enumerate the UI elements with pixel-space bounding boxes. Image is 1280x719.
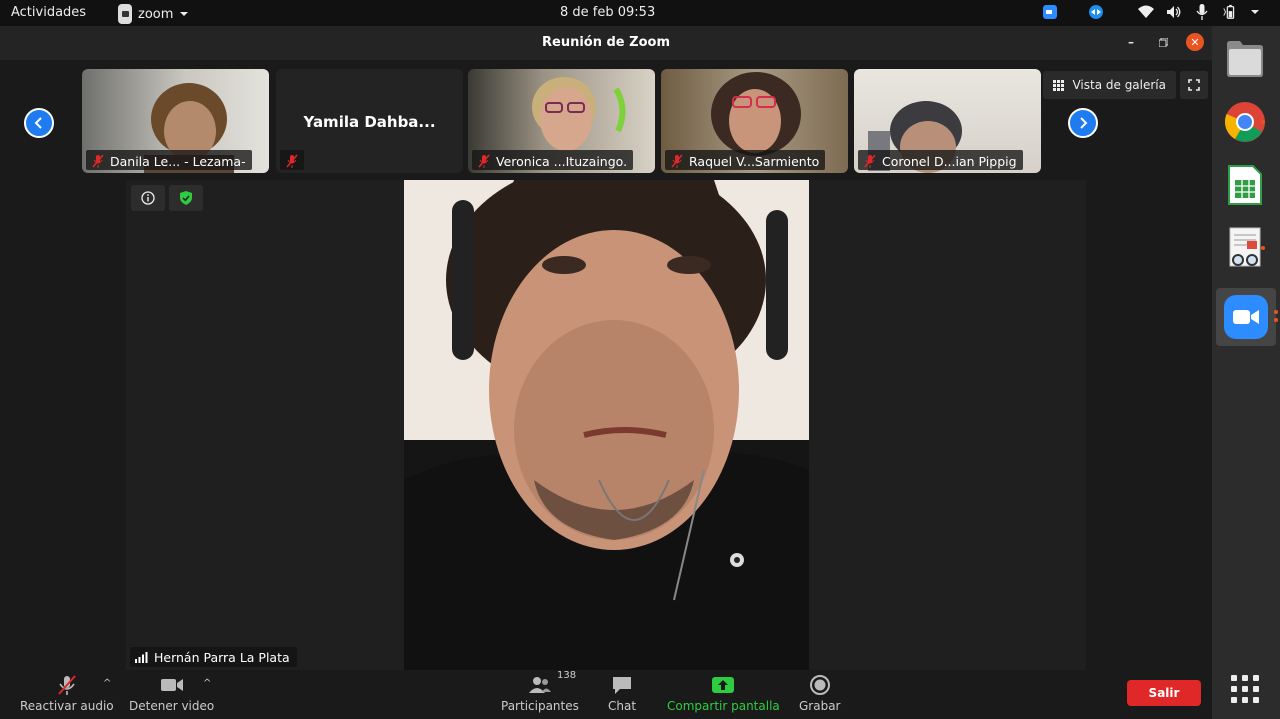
muted-mic-icon — [286, 154, 298, 168]
running-indicator — [1261, 246, 1265, 250]
share-screen-button[interactable]: Compartir pantalla — [667, 674, 780, 713]
ubuntu-dock — [1212, 26, 1280, 719]
running-indicator — [1274, 318, 1278, 322]
teamviewer-tray-icon[interactable] — [1088, 4, 1104, 20]
close-button[interactable]: ✕ — [1186, 33, 1204, 51]
chrome-icon[interactable] — [1222, 99, 1268, 145]
muted-mic-icon — [478, 154, 490, 168]
spreadsheet-icon[interactable] — [1222, 162, 1268, 208]
files-icon[interactable] — [1222, 36, 1268, 82]
app-grid-icon[interactable] — [1222, 666, 1268, 712]
muted-mic-icon — [864, 154, 876, 168]
video-camera-icon — [160, 679, 183, 691]
participant-name-tag: Raquel V...Sarmiento — [665, 150, 826, 170]
wifi-icon[interactable] — [1138, 4, 1154, 20]
participant-name-tag: Danila Le... - Lezama- — [86, 150, 252, 170]
share-screen-label: Compartir pantalla — [667, 699, 780, 713]
system-tray[interactable] — [1042, 4, 1260, 20]
participant-tile-1[interactable]: Danila Le... - Lezama- — [82, 69, 269, 173]
chevron-right-icon — [1080, 117, 1088, 129]
zoom-icon[interactable] — [1216, 288, 1278, 346]
audio-options-caret-icon[interactable]: ^ — [103, 678, 111, 689]
running-indicator — [1274, 310, 1278, 314]
record-button[interactable]: Grabar — [799, 674, 841, 713]
participant-name-tag: Coronel D...ian Pippig — [858, 150, 1023, 170]
participant-tile-5[interactable]: Coronel D...ian Pippig — [854, 69, 1041, 173]
muted-mic-icon — [92, 154, 104, 168]
grid-icon — [1053, 79, 1065, 91]
record-label: Grabar — [799, 699, 841, 713]
speaker-video-frame — [404, 180, 809, 670]
active-speaker-name-tag: Hernán Parra La Plata — [130, 647, 297, 667]
unmute-button[interactable]: Reactivar audio — [20, 674, 114, 713]
chat-button[interactable]: Chat — [608, 674, 636, 713]
fullscreen-button[interactable] — [1180, 71, 1208, 99]
gallery-view-button[interactable]: Vista de galería — [1043, 71, 1176, 99]
zoom-app-icon — [118, 4, 132, 24]
info-icon — [141, 191, 155, 205]
record-icon — [809, 675, 830, 695]
participant-name-tag — [280, 150, 304, 170]
participants-icon — [528, 677, 551, 693]
meeting-info-button[interactable] — [131, 185, 165, 211]
system-menu-chevron-icon[interactable] — [1250, 8, 1260, 16]
video-options-caret-icon[interactable]: ^ — [203, 678, 211, 689]
volume-icon[interactable] — [1166, 4, 1182, 20]
stop-video-label: Detener video — [129, 699, 215, 713]
clock[interactable]: 8 de feb 09:53 — [560, 5, 655, 20]
app-menu[interactable]: zoom — [118, 4, 189, 24]
participant-tile-2[interactable]: Yamila Dahba... — [276, 69, 463, 173]
window-titlebar[interactable]: Reunión de Zoom – ✕ — [0, 26, 1212, 60]
participant-tile-3[interactable]: Veronica ...Ituzaingo. — [468, 69, 655, 173]
minimize-button[interactable]: – — [1122, 33, 1140, 51]
chevron-down-icon — [180, 12, 189, 16]
active-speaker-area: Hernán Parra La Plata — [126, 180, 1086, 670]
zoom-tray-icon[interactable] — [1042, 4, 1058, 20]
muted-mic-icon — [671, 154, 683, 168]
participant-name-tag: Veronica ...Ituzaingo. — [472, 150, 634, 170]
system-top-bar: Actividades zoom 8 de feb 09:53 — [0, 0, 1280, 26]
participant-tile-4[interactable]: Raquel V...Sarmiento — [661, 69, 848, 173]
share-screen-icon — [712, 677, 735, 693]
previous-page-button[interactable] — [24, 108, 54, 138]
active-speaker-video — [404, 180, 809, 670]
window-title: Reunión de Zoom — [542, 35, 670, 50]
participants-count-badge: 138 — [557, 670, 577, 681]
chat-label: Chat — [608, 699, 637, 713]
unmute-label: Reactivar audio — [20, 699, 114, 713]
muted-mic-icon — [58, 675, 76, 695]
participants-label: Participantes — [501, 699, 579, 713]
expand-icon — [1188, 79, 1200, 91]
maximize-button[interactable] — [1154, 33, 1172, 51]
shield-icon — [180, 191, 192, 205]
gallery-view-label: Vista de galería — [1072, 78, 1166, 92]
leave-meeting-button[interactable]: Salir — [1127, 680, 1201, 706]
microphone-icon[interactable] — [1194, 4, 1210, 20]
chevron-left-icon — [34, 117, 42, 129]
participant-display-name: Yamila Dahba... — [303, 113, 436, 131]
running-indicator — [1261, 120, 1265, 124]
meeting-controls-toolbar: Reactivar audio ^ Detener video ^ Partic… — [0, 670, 1212, 719]
app-menu-label: zoom — [138, 6, 174, 22]
zoom-meeting-window: Reunión de Zoom – ✕ Danila Le... - Lezam… — [0, 26, 1212, 719]
document-viewer-icon[interactable] — [1222, 225, 1268, 271]
next-page-button[interactable] — [1068, 108, 1098, 138]
participant-filmstrip: Danila Le... - Lezama- Yamila Dahba... V… — [0, 69, 1212, 173]
signal-strength-icon — [135, 651, 148, 663]
activities-button[interactable]: Actividades — [11, 5, 86, 20]
security-button[interactable] — [169, 185, 203, 211]
chat-bubble-icon — [613, 677, 632, 694]
stop-video-button[interactable]: Detener video — [129, 674, 214, 713]
battery-icon[interactable] — [1222, 4, 1238, 20]
